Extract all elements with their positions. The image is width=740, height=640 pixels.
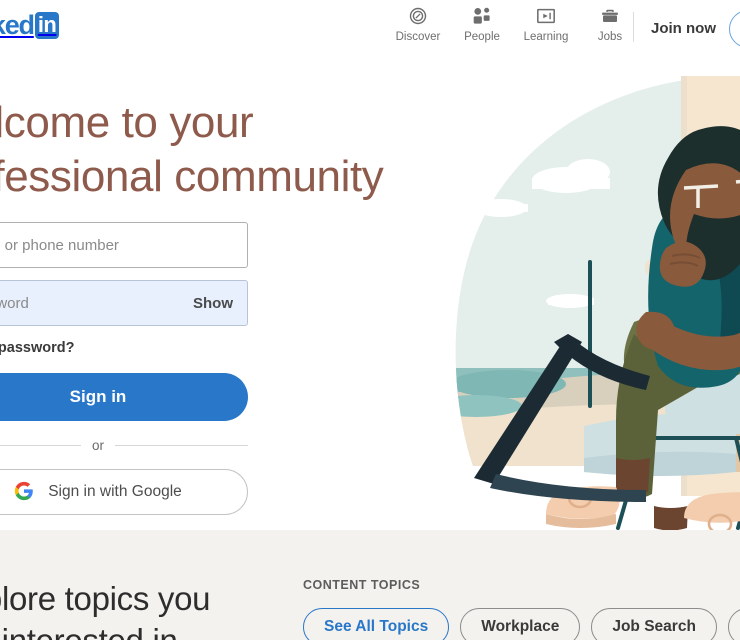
header-divider bbox=[633, 12, 634, 42]
headline-line-2: professional community bbox=[0, 152, 384, 201]
email-field-wrapper[interactable] bbox=[0, 222, 248, 268]
linkedin-login-page: Linkedin Discover bbox=[0, 0, 740, 640]
explore-heading-line-1: Explore topics you bbox=[0, 580, 211, 617]
or-divider: or bbox=[0, 438, 249, 453]
logo-wordmark: Linked bbox=[0, 10, 35, 40]
nav-item-learning[interactable]: Learning bbox=[514, 5, 578, 44]
nav-label-people: People bbox=[464, 31, 500, 43]
hero-illustration bbox=[398, 66, 740, 530]
site-header: Linkedin Discover bbox=[0, 0, 740, 58]
divider-line-right bbox=[115, 445, 249, 446]
logo-in-badge: in bbox=[34, 12, 60, 39]
show-password-button[interactable]: Show bbox=[179, 295, 247, 312]
join-now-link[interactable]: Join now bbox=[651, 20, 716, 37]
sign-in-button[interactable]: Sign in bbox=[0, 373, 248, 421]
explore-topics-heading: Explore topics you are interested in bbox=[0, 578, 266, 640]
nav-label-learning: Learning bbox=[523, 31, 569, 43]
password-field-wrapper[interactable]: Show bbox=[0, 280, 248, 326]
google-g-icon bbox=[14, 481, 34, 504]
sign-in-with-google-button[interactable]: Sign in with Google bbox=[0, 469, 248, 515]
content-topics-label: CONTENT TOPICS bbox=[303, 578, 421, 592]
or-label: or bbox=[92, 438, 105, 453]
google-button-label: Sign in with Google bbox=[48, 483, 182, 500]
learning-icon bbox=[535, 5, 557, 27]
explore-heading-line-2: are interested in bbox=[0, 620, 266, 640]
headline-line-1: Welcome to your bbox=[0, 98, 254, 147]
compass-icon bbox=[408, 5, 428, 27]
header-sign-in-button[interactable] bbox=[729, 10, 740, 48]
password-input[interactable] bbox=[0, 281, 179, 325]
primary-nav: Discover People Learning Jobs bbox=[386, 5, 642, 44]
forgot-password-link[interactable]: Forgot password? bbox=[0, 340, 248, 356]
nav-item-discover[interactable]: Discover bbox=[386, 5, 450, 44]
topic-pill-job-search[interactable]: Job Search bbox=[591, 608, 717, 640]
content-topics-pill-row: See All Topics Workplace Job Search Care… bbox=[303, 608, 740, 640]
linkedin-logo[interactable]: Linkedin bbox=[0, 10, 60, 40]
people-icon bbox=[471, 5, 493, 27]
nav-label-jobs: Jobs bbox=[597, 31, 623, 43]
page-title: Welcome to your professional community bbox=[0, 96, 410, 204]
nav-item-people[interactable]: People bbox=[450, 5, 514, 44]
email-input[interactable] bbox=[0, 223, 247, 267]
topic-pill-see-all-topics[interactable]: See All Topics bbox=[303, 608, 450, 640]
divider-line-left bbox=[0, 445, 81, 446]
briefcase-icon bbox=[600, 5, 620, 27]
topic-pill-careers[interactable]: Careers bbox=[727, 608, 740, 640]
nav-label-discover: Discover bbox=[395, 31, 441, 43]
topic-pill-workplace[interactable]: Workplace bbox=[460, 608, 581, 640]
hero-section: Welcome to your professional community S… bbox=[0, 58, 740, 530]
login-form: Show Forgot password? Sign in or bbox=[0, 222, 249, 515]
